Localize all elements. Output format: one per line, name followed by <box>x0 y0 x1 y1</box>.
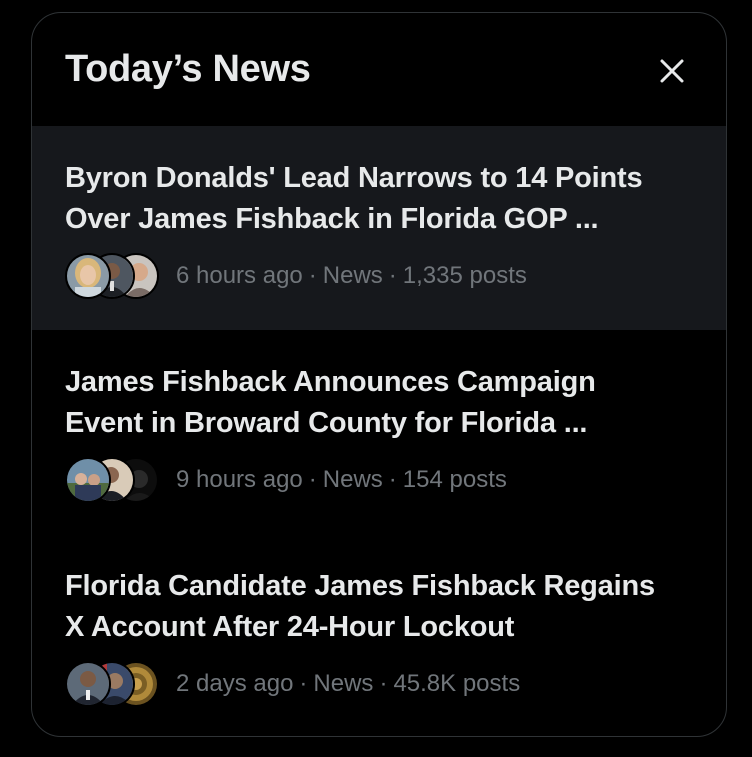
close-button[interactable] <box>652 51 692 91</box>
news-time: 6 hours ago <box>176 262 303 289</box>
headline-line: Byron Donalds' Lead Narrows to 14 Points <box>65 162 643 194</box>
headline-line: Florida Candidate James Fishback Regains <box>65 570 655 602</box>
headline-line: James Fishback Announces Campaign <box>65 366 596 398</box>
news-category: News <box>313 670 374 697</box>
headline-line: Event in Broward County for Florida ... <box>65 407 588 439</box>
news-meta: 9 hours ago · News · 154 posts <box>65 457 693 503</box>
news-item[interactable]: Florida Candidate James Fishback Regains… <box>32 534 726 736</box>
news-item[interactable]: James Fishback Announces Campaign Event … <box>32 330 726 534</box>
avatar <box>65 661 111 707</box>
news-meta-text: 9 hours ago · News · 154 posts <box>176 466 507 493</box>
news-meta-text: 6 hours ago · News · 1,335 posts <box>176 262 527 289</box>
news-headline: Florida Candidate James Fishback Regains… <box>65 566 693 648</box>
news-time: 2 days ago <box>176 670 294 697</box>
avatar <box>65 457 111 503</box>
news-post-count: 154 posts <box>402 466 507 493</box>
news-headline: Byron Donalds' Lead Narrows to 14 Points… <box>65 158 693 240</box>
news-post-count: 45.8K posts <box>393 670 521 697</box>
news-meta-text: 2 days ago · News · 45.8K posts <box>176 670 521 697</box>
news-category: News <box>322 466 383 493</box>
panel-header: Today’s News <box>32 13 726 126</box>
news-time: 9 hours ago <box>176 466 303 493</box>
headline-line: Over James Fishback in Florida GOP ... <box>65 203 599 235</box>
close-icon <box>660 59 684 83</box>
news-headline: James Fishback Announces Campaign Event … <box>65 362 693 444</box>
news-item[interactable]: Byron Donalds' Lead Narrows to 14 Points… <box>32 126 726 330</box>
news-meta: 6 hours ago · News · 1,335 posts <box>65 253 693 299</box>
avatar-stack <box>65 253 176 299</box>
avatar-stack <box>65 457 176 503</box>
avatar-stack <box>65 661 176 707</box>
news-meta: 2 days ago · News · 45.8K posts <box>65 661 693 707</box>
todays-news-panel: Today’s News Byron Donalds' Lead Narrows… <box>31 12 727 737</box>
news-category: News <box>322 262 383 289</box>
panel-title: Today’s News <box>65 48 311 90</box>
headline-line: X Account After 24-Hour Lockout <box>65 611 515 643</box>
avatar <box>65 253 111 299</box>
news-post-count: 1,335 posts <box>402 262 527 289</box>
